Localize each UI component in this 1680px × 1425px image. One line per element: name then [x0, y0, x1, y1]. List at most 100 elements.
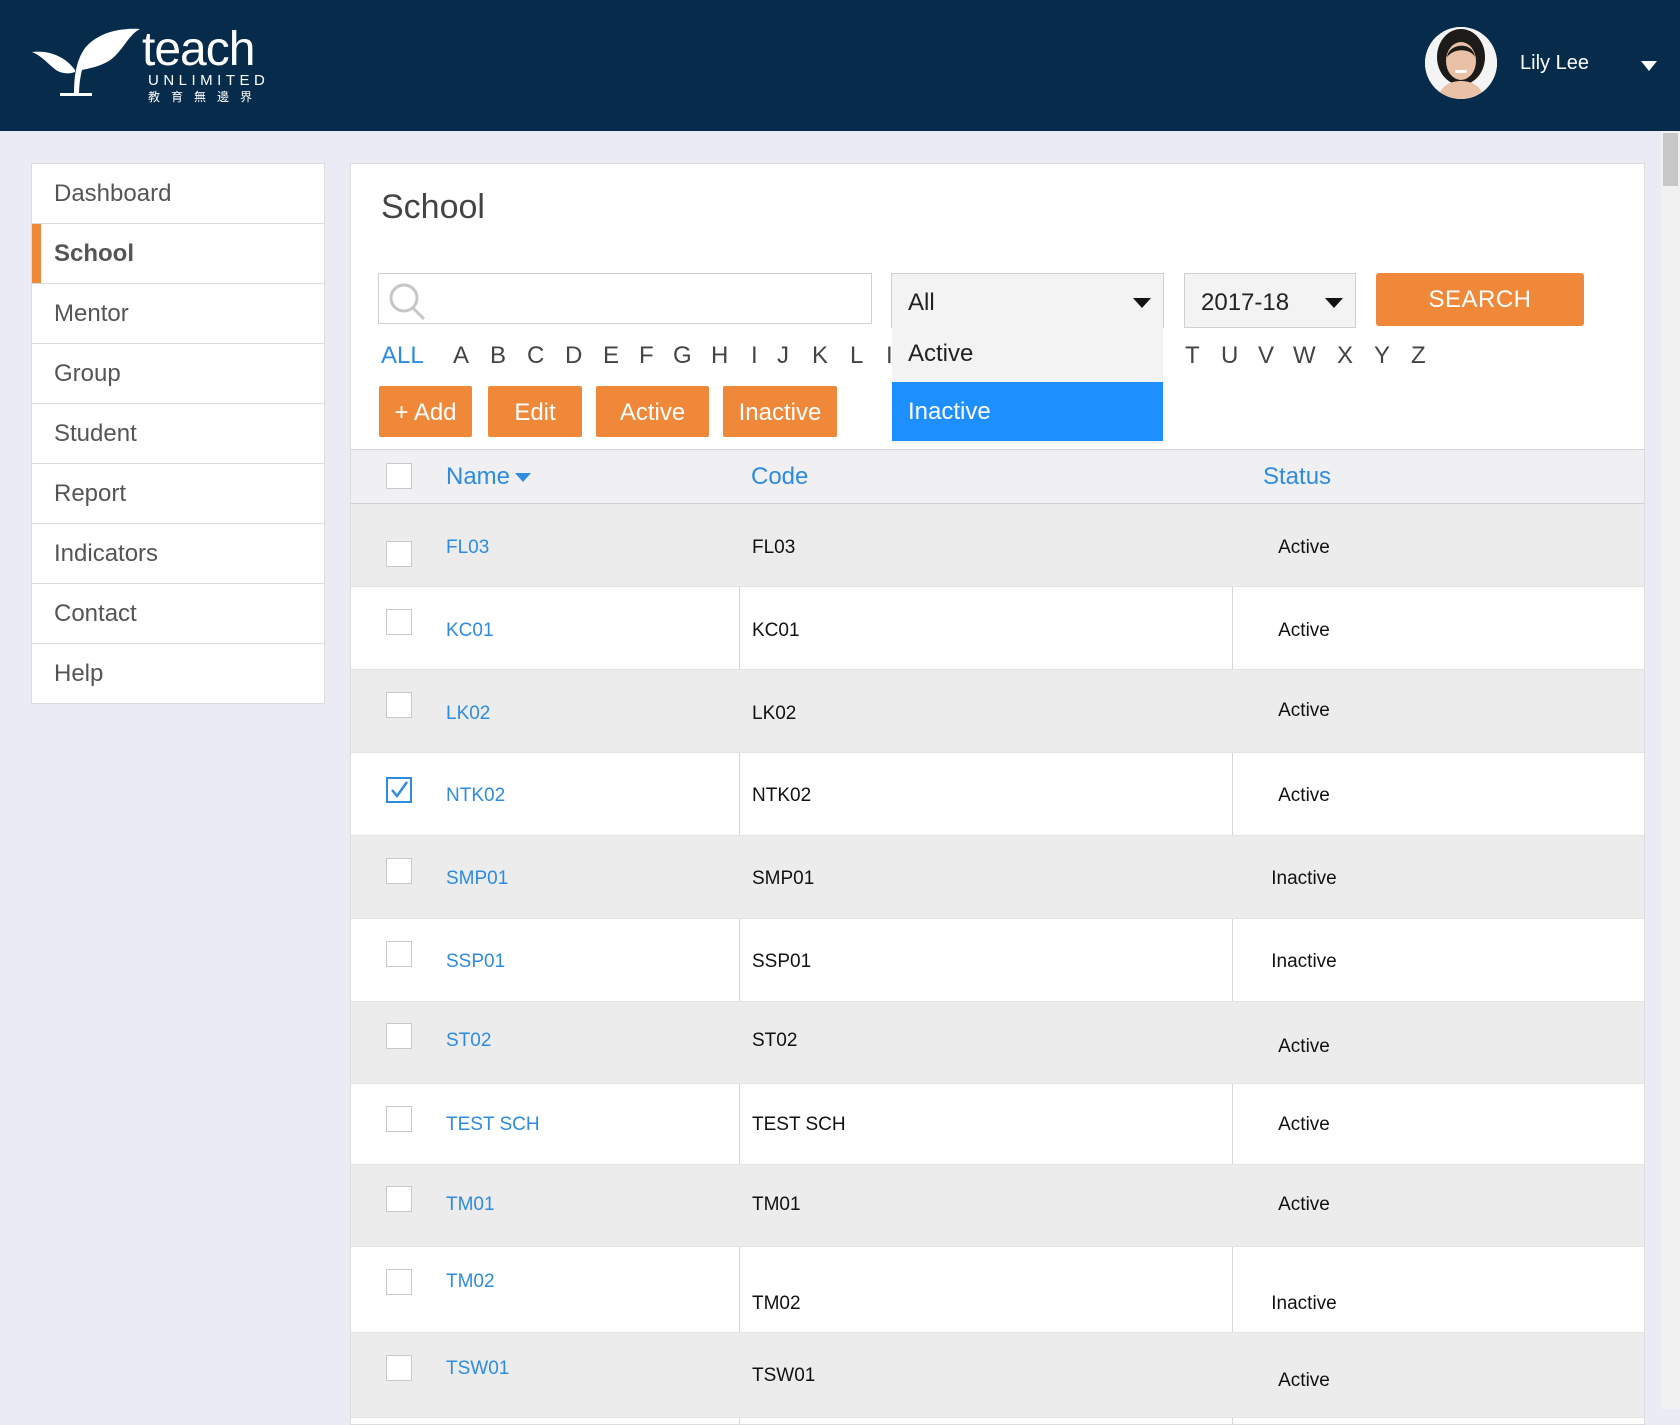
row-checkbox[interactable]: [386, 858, 412, 884]
status-text: Active: [1278, 1036, 1330, 1057]
sidebar-item-report[interactable]: Report: [32, 464, 324, 524]
school-code: TEST SCH: [752, 1114, 846, 1135]
school-name-link[interactable]: NTK02: [446, 785, 505, 807]
table-row[interactable]: FL03 FL03 Active: [351, 504, 1644, 587]
school-code: NTK02: [752, 785, 812, 806]
sidebar-item-group[interactable]: Group: [32, 344, 324, 404]
chevron-down-icon: [1325, 298, 1343, 308]
table-header: Name Code Status: [351, 450, 1644, 504]
alpha-letter-u[interactable]: U: [1221, 342, 1238, 370]
row-checkbox[interactable]: [386, 541, 412, 567]
brand-word: teach: [142, 23, 255, 76]
school-code: FL03: [752, 537, 796, 558]
sidebar-item-school[interactable]: School: [32, 224, 324, 284]
column-header-status[interactable]: Status: [1263, 463, 1331, 491]
brand-sub: UNLIMITED: [148, 72, 270, 89]
column-header-name[interactable]: Name: [446, 463, 510, 491]
dropdown-option-inactive[interactable]: Inactive: [892, 382, 1163, 441]
alpha-letter-v[interactable]: V: [1258, 342, 1274, 370]
school-name-link[interactable]: ST02: [446, 1030, 491, 1052]
search-button[interactable]: SEARCH: [1376, 273, 1584, 326]
alpha-all-link[interactable]: ALL: [381, 342, 424, 370]
add-button[interactable]: + Add: [379, 386, 472, 437]
set-inactive-button[interactable]: Inactive: [723, 386, 837, 437]
row-checkbox[interactable]: [386, 941, 412, 967]
row-checkbox[interactable]: [386, 1269, 412, 1295]
alpha-letter-a[interactable]: A: [453, 342, 469, 370]
alpha-letter-c[interactable]: C: [527, 342, 544, 370]
alpha-letter-f[interactable]: F: [639, 342, 654, 370]
table-row[interactable]: NTK02 NTK02 Active: [351, 753, 1644, 836]
page-scrollbar[interactable]: [1661, 131, 1680, 1409]
school-name-link[interactable]: SSP01: [446, 951, 505, 973]
edit-button[interactable]: Edit: [488, 386, 582, 437]
table-body: FL03 FL03 Active KC01 KC01 Active LK02 L…: [351, 504, 1644, 1418]
table-row[interactable]: ST02 ST02 Active: [351, 1002, 1644, 1084]
sidebar-item-indicators[interactable]: Indicators: [32, 524, 324, 584]
sidebar-item-mentor[interactable]: Mentor: [32, 284, 324, 344]
school-code: TM01: [752, 1194, 801, 1215]
school-name-link[interactable]: FL03: [446, 537, 489, 559]
alpha-letter-z[interactable]: Z: [1411, 342, 1426, 370]
user-name[interactable]: Lily Lee: [1520, 52, 1589, 75]
table-row[interactable]: TSW01 TSW01 Active: [351, 1333, 1644, 1418]
status-text: Inactive: [1271, 868, 1337, 889]
leaf-logo-icon: [32, 28, 140, 96]
alpha-letter-l[interactable]: L: [850, 342, 863, 370]
user-avatar-icon: [1425, 27, 1497, 99]
alpha-letter-i[interactable]: I: [751, 342, 758, 370]
row-checkbox[interactable]: [386, 609, 412, 635]
school-code: TSW01: [752, 1365, 816, 1386]
alpha-letter-b[interactable]: B: [490, 342, 506, 370]
row-checkbox[interactable]: [386, 1186, 412, 1212]
scrollbar-thumb[interactable]: [1663, 133, 1678, 186]
alpha-letter-g[interactable]: G: [673, 342, 692, 370]
column-header-code[interactable]: Code: [751, 463, 808, 491]
table-row[interactable]: SMP01 SMP01 Inactive: [351, 836, 1644, 919]
school-name-link[interactable]: TM01: [446, 1194, 495, 1216]
row-checkbox[interactable]: [386, 777, 412, 803]
alpha-letter-h[interactable]: H: [711, 342, 728, 370]
table-row[interactable]: TM02 TM02 Inactive: [351, 1247, 1644, 1333]
school-name-link[interactable]: TM02: [446, 1271, 495, 1293]
alpha-letter-d[interactable]: D: [565, 342, 582, 370]
table-row[interactable]: TEST SCH TEST SCH Active: [351, 1084, 1644, 1165]
school-name-link[interactable]: LK02: [446, 703, 490, 725]
select-all-checkbox[interactable]: [386, 463, 412, 489]
alpha-letter-w[interactable]: W: [1293, 342, 1316, 370]
alpha-letter-x[interactable]: X: [1337, 342, 1353, 370]
sidebar-item-help[interactable]: Help: [32, 644, 324, 703]
status-text: Inactive: [1271, 1293, 1337, 1314]
status-filter-select[interactable]: All: [891, 273, 1164, 328]
user-menu-caret-icon[interactable]: [1641, 61, 1657, 71]
sort-desc-icon[interactable]: [515, 473, 531, 482]
row-checkbox[interactable]: [386, 692, 412, 718]
alpha-letter-j[interactable]: J: [777, 342, 789, 370]
sidebar-item-dashboard[interactable]: Dashboard: [32, 164, 324, 224]
school-name-link[interactable]: SMP01: [446, 868, 508, 890]
school-name-link[interactable]: KC01: [446, 620, 494, 642]
dropdown-option-active[interactable]: Active: [892, 326, 1163, 382]
alpha-letter-e[interactable]: E: [603, 342, 619, 370]
school-name-link[interactable]: TSW01: [446, 1358, 509, 1380]
brand-chinese: 教育無邊界: [148, 90, 264, 104]
alpha-letter-y[interactable]: Y: [1374, 342, 1390, 370]
table-row[interactable]: LK02 LK02 Active: [351, 670, 1644, 753]
alpha-letter-t[interactable]: T: [1185, 342, 1200, 370]
row-checkbox[interactable]: [386, 1355, 412, 1381]
row-checkbox[interactable]: [386, 1106, 412, 1132]
sidebar-item-contact[interactable]: Contact: [32, 584, 324, 644]
sidebar-item-student[interactable]: Student: [32, 404, 324, 464]
set-active-button[interactable]: Active: [596, 386, 709, 437]
avatar[interactable]: [1425, 27, 1497, 99]
table-row[interactable]: KC01 KC01 Active: [351, 587, 1644, 670]
alpha-letter-k[interactable]: K: [812, 342, 828, 370]
school-name-link[interactable]: TEST SCH: [446, 1114, 540, 1136]
table-row[interactable]: TM01 TM01 Active: [351, 1165, 1644, 1247]
year-filter-select[interactable]: 2017-18: [1184, 273, 1356, 328]
school-code: SMP01: [752, 868, 815, 889]
brand-logo[interactable]: teach UNLIMITED 教育無邊界: [30, 26, 270, 106]
table-row[interactable]: SSP01 SSP01 Inactive: [351, 919, 1644, 1002]
search-input[interactable]: [378, 273, 872, 324]
row-checkbox[interactable]: [386, 1023, 412, 1049]
